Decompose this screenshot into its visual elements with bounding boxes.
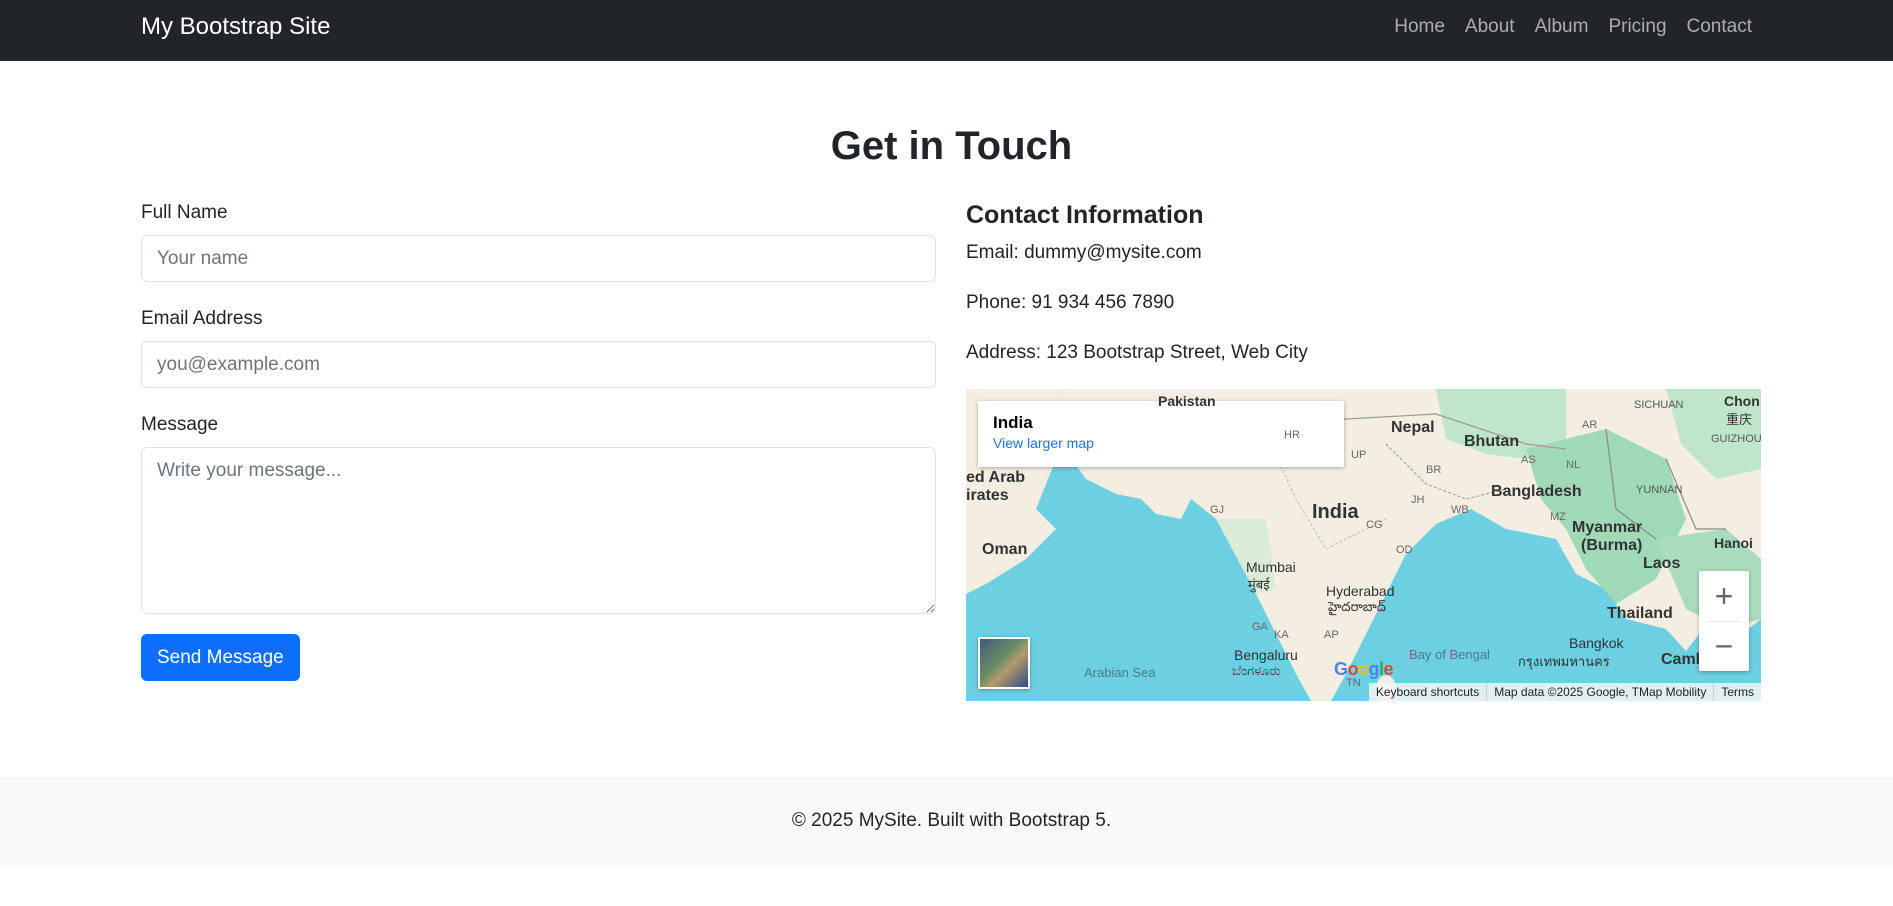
map-state-hr: HR bbox=[1284, 429, 1300, 441]
message-label: Message bbox=[141, 414, 219, 435]
map-label-arabian-sea: Arabian Sea bbox=[1084, 665, 1156, 680]
send-message-button[interactable]: Send Message bbox=[141, 634, 300, 681]
map-label-nepal: Nepal bbox=[1391, 419, 1435, 436]
map-state-ap: AP bbox=[1324, 629, 1339, 641]
map-label-bhutan: Bhutan bbox=[1464, 433, 1520, 450]
map-state-nl: NL bbox=[1566, 459, 1581, 471]
google-logo: Google bbox=[1334, 659, 1394, 679]
map-state-mz: MZ bbox=[1550, 511, 1566, 523]
contact-form: Full Name Email Address Message Send Mes… bbox=[141, 200, 936, 681]
email-group: Email Address bbox=[141, 306, 936, 388]
map-place-title: India bbox=[993, 413, 1033, 432]
map-label-yunnan: YUNNAN bbox=[1636, 484, 1683, 496]
map-state-jh: JH bbox=[1411, 494, 1425, 506]
terms-link[interactable]: Terms bbox=[1713, 683, 1761, 701]
map-label-hyderabad-local: హైదరాబాద్ bbox=[1328, 599, 1386, 614]
map-state-od: OD bbox=[1396, 544, 1413, 556]
zoom-divider bbox=[1707, 621, 1741, 622]
view-larger-map-link[interactable]: View larger map bbox=[993, 435, 1094, 451]
map-label-thailand: Thailand bbox=[1607, 605, 1673, 622]
map-state-ga: GA bbox=[1252, 621, 1268, 633]
map-attribution: Keyboard shortcuts Map data ©2025 Google… bbox=[1368, 683, 1761, 701]
nav-links: Home About Album Pricing Contact bbox=[1384, 14, 1752, 40]
email-label: Email Address bbox=[141, 308, 263, 329]
map-label-oman: Oman bbox=[982, 541, 1028, 558]
map-state-ar: AR bbox=[1582, 419, 1598, 431]
zoom-controls: + − bbox=[1699, 571, 1749, 671]
map-label-uae: ed Arab bbox=[966, 469, 1025, 486]
map-label-bangkok-local: กรุงเทพมหานคร bbox=[1518, 654, 1610, 669]
map-state-br: BR bbox=[1426, 464, 1442, 476]
map-state-gj: GJ bbox=[1210, 504, 1225, 516]
zoom-out-button[interactable]: − bbox=[1699, 621, 1749, 671]
nav-contact[interactable]: Contact bbox=[1677, 14, 1752, 40]
map-label-guizhou: GUIZHOU bbox=[1711, 433, 1761, 445]
contact-info-title: Contact Information bbox=[966, 201, 1204, 229]
map-state-ka: KA bbox=[1274, 629, 1289, 641]
nav-pricing[interactable]: Pricing bbox=[1598, 14, 1676, 40]
map-label-uae-2: irates bbox=[966, 487, 1009, 504]
message-textarea[interactable] bbox=[141, 447, 936, 614]
map-label-hanoi: Hanoi bbox=[1714, 535, 1753, 551]
map-label-chongqing: Chon bbox=[1724, 393, 1760, 409]
map-label-bangkok: Bangkok bbox=[1569, 635, 1624, 651]
map-label-india: India bbox=[1312, 501, 1359, 523]
name-group: Full Name bbox=[141, 200, 936, 282]
contact-address: Address: 123 Bootstrap Street, Web City bbox=[966, 342, 1308, 363]
footer: © 2025 MySite. Built with Bootstrap 5. bbox=[0, 777, 1893, 865]
contact-email: Email: dummy@mysite.com bbox=[966, 242, 1202, 263]
google-map[interactable]: India View larger map Pakistan Nepal Bhu… bbox=[966, 389, 1761, 701]
contact-phone: Phone: 91 934 456 7890 bbox=[966, 292, 1175, 313]
satellite-toggle[interactable] bbox=[978, 637, 1030, 689]
name-label: Full Name bbox=[141, 202, 228, 223]
map-state-cg: CG bbox=[1366, 519, 1383, 531]
name-input[interactable] bbox=[141, 235, 936, 282]
message-group: Message bbox=[141, 412, 936, 614]
footer-text: © 2025 MySite. Built with Bootstrap 5. bbox=[791, 810, 1112, 831]
map-label-bay-of-bengal: Bay of Bengal bbox=[1409, 647, 1490, 662]
email-input[interactable] bbox=[141, 341, 936, 388]
map-state-up: UP bbox=[1351, 449, 1367, 461]
map-label-hyderabad: Hyderabad bbox=[1326, 583, 1395, 599]
map-label-burma: (Burma) bbox=[1581, 537, 1643, 554]
map-label-bengaluru: Bengaluru bbox=[1234, 647, 1298, 663]
brand-link[interactable]: My Bootstrap Site bbox=[141, 12, 330, 42]
map-label-sichuan: SICHUAN bbox=[1634, 399, 1684, 411]
map-label-chongqing-local: 重庆 bbox=[1726, 412, 1753, 427]
map-label-pakistan: Pakistan bbox=[1158, 393, 1216, 409]
keyboard-shortcuts-link[interactable]: Keyboard shortcuts bbox=[1369, 683, 1486, 701]
nav-about[interactable]: About bbox=[1455, 14, 1525, 40]
map-label-mumbai-local: मुंबई bbox=[1248, 577, 1270, 592]
contact-info: Contact Information Email: dummy@mysite.… bbox=[966, 200, 1761, 390]
nav-home[interactable]: Home bbox=[1384, 14, 1455, 40]
page-title: Get in Touch bbox=[830, 124, 1073, 168]
map-state-wb: WB bbox=[1451, 504, 1469, 516]
nav-album[interactable]: Album bbox=[1525, 14, 1599, 40]
map-label-laos: Laos bbox=[1643, 555, 1681, 572]
zoom-in-button[interactable]: + bbox=[1699, 571, 1749, 621]
map-data-text: Map data ©2025 Google, TMap Mobility bbox=[1486, 683, 1713, 701]
map-label-mumbai: Mumbai bbox=[1246, 559, 1296, 575]
map-label-bangladesh: Bangladesh bbox=[1491, 483, 1582, 500]
map-label-myanmar: Myanmar bbox=[1572, 519, 1643, 536]
map-label-bengaluru-local: ಬೆಂಗಳೂರು bbox=[1232, 663, 1281, 678]
navbar: My Bootstrap Site Home About Album Prici… bbox=[0, 0, 1893, 61]
map-state-as: AS bbox=[1521, 454, 1536, 466]
